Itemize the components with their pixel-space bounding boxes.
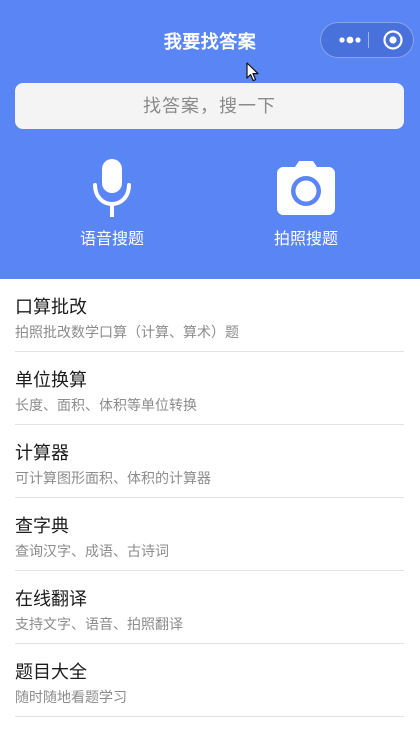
tool-list: 口算批改 拍照批改数学口算（计算、算术）题 单位换算 长度、面积、体积等单位转换… xyxy=(15,279,404,717)
list-item-desc: 查询汉字、成语、古诗词 xyxy=(15,544,169,560)
list-item-desc: 拍照批改数学口算（计算、算术）题 xyxy=(15,325,239,341)
list-item-title: 题目大全 xyxy=(15,662,87,683)
list-item-title: 口算批改 xyxy=(15,297,87,318)
list-item-mental-math[interactable]: 口算批改 拍照批改数学口算（计算、算术）题 xyxy=(15,279,404,352)
list-item-desc: 长度、面积、体积等单位转换 xyxy=(15,398,197,414)
list-item-unit-conversion[interactable]: 单位换算 长度、面积、体积等单位转换 xyxy=(15,352,404,425)
search-input[interactable] xyxy=(15,83,404,129)
list-item-title: 查字典 xyxy=(15,516,69,537)
header: 我要找答案 语音 xyxy=(0,0,420,279)
voice-search-label: 语音搜题 xyxy=(79,229,144,248)
list-item-desc: 随时随地看题学习 xyxy=(15,690,127,706)
list-item-translation[interactable]: 在线翻译 支持文字、语音、拍照翻译 xyxy=(15,571,404,644)
list-item-title: 单位换算 xyxy=(15,370,87,391)
list-item-question-bank[interactable]: 题目大全 随时随地看题学习 xyxy=(15,644,404,717)
photo-search-button[interactable]: 拍照搜题 xyxy=(236,155,376,249)
capsule-divider xyxy=(368,32,369,48)
target-circle-icon[interactable] xyxy=(375,23,411,57)
camera-icon xyxy=(236,155,376,221)
mouse-cursor-icon xyxy=(246,62,260,82)
list-item-desc: 支持文字、语音、拍照翻译 xyxy=(15,617,183,633)
list-item-title: 在线翻译 xyxy=(15,589,87,610)
photo-search-label: 拍照搜题 xyxy=(273,229,338,248)
list-item-desc: 可计算图形面积、体积的计算器 xyxy=(15,471,211,487)
miniprogram-capsule xyxy=(320,22,414,58)
more-dots-icon[interactable] xyxy=(331,23,369,57)
list-item-dictionary[interactable]: 查字典 查询汉字、成语、古诗词 xyxy=(15,498,404,571)
list-item-title: 计算器 xyxy=(15,443,69,464)
voice-search-button[interactable]: 语音搜题 xyxy=(42,155,182,249)
list-item-calculator[interactable]: 计算器 可计算图形面积、体积的计算器 xyxy=(15,425,404,498)
microphone-icon xyxy=(42,155,182,221)
